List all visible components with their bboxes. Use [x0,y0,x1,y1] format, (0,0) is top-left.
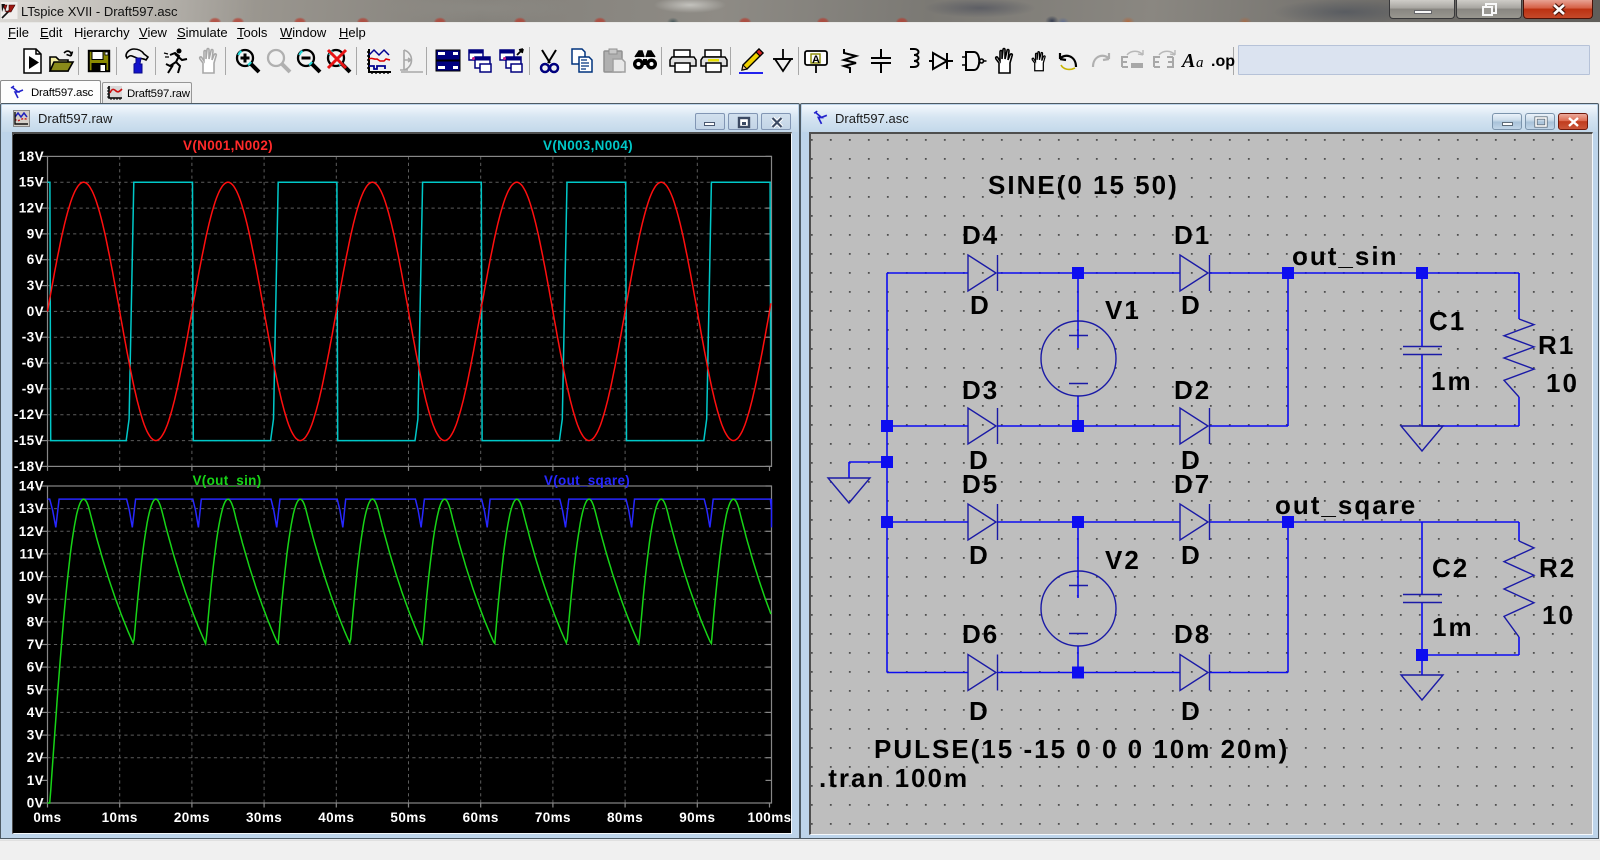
svg-text:0V: 0V [27,304,44,319]
svg-text:-3V: -3V [22,330,44,345]
svg-text:13V: 13V [19,501,44,516]
svg-text:80ms: 80ms [607,810,643,825]
svg-text:6V: 6V [27,660,44,675]
svg-text:90ms: 90ms [679,810,715,825]
svg-text:3V: 3V [27,278,44,293]
svg-text:D: D [1181,290,1202,320]
svg-text:0V: 0V [27,796,44,811]
svg-text:2V: 2V [27,750,44,765]
svg-text:out_sin: out_sin [1292,241,1398,271]
svg-text:10ms: 10ms [102,810,138,825]
svg-text:15V: 15V [19,175,44,190]
svg-text:.tran 100m: .tran 100m [819,763,969,793]
svg-text:-6V: -6V [22,356,44,371]
svg-text:-15V: -15V [14,433,44,448]
svg-text:D8: D8 [1174,619,1211,649]
svg-text:7V: 7V [27,637,44,652]
svg-text:PULSE(15 -15 0 0 0 10m 20m): PULSE(15 -15 0 0 0 10m 20m) [874,734,1289,764]
svg-text:9V: 9V [27,226,44,241]
svg-text:SINE(0 15 50): SINE(0 15 50) [988,170,1179,200]
svg-text:9V: 9V [27,592,44,607]
svg-text:D: D [1181,696,1202,726]
svg-text:30ms: 30ms [246,810,282,825]
svg-text:0ms: 0ms [33,810,61,825]
svg-text:100ms: 100ms [747,810,791,825]
svg-text:D: D [1181,540,1202,570]
svg-text:V1: V1 [1105,295,1141,325]
svg-text:D2: D2 [1174,375,1211,405]
svg-text:3V: 3V [27,728,44,743]
svg-text:50ms: 50ms [390,810,426,825]
svg-text:-12V: -12V [14,407,44,422]
svg-text:R1: R1 [1538,330,1575,360]
svg-text:4V: 4V [27,705,44,720]
svg-text:a: a [1196,55,1204,71]
svg-text:.op: .op [1211,53,1235,70]
svg-text:12V: 12V [19,524,44,539]
svg-text:V(out_sin): V(out_sin) [193,473,262,488]
svg-text:D4: D4 [962,220,999,250]
svg-text:D: D [970,290,991,320]
svg-text:R2: R2 [1539,553,1576,583]
svg-text:11V: 11V [20,546,44,561]
svg-text:C1: C1 [1429,306,1466,336]
svg-text:70ms: 70ms [535,810,571,825]
svg-text:D6: D6 [962,619,999,649]
svg-text:V(out_sqare): V(out_sqare) [544,473,630,488]
svg-text:1m: 1m [1431,366,1473,396]
svg-text:60ms: 60ms [463,810,499,825]
svg-text:20ms: 20ms [174,810,210,825]
svg-text:A: A [1181,50,1195,72]
svg-text:10: 10 [1542,600,1575,630]
svg-text:6V: 6V [27,252,44,267]
svg-text:1m: 1m [1432,612,1474,642]
svg-text:1V: 1V [27,773,44,788]
svg-text:10V: 10V [19,569,44,584]
svg-text:out_sqare: out_sqare [1275,490,1417,520]
svg-text:12V: 12V [19,201,44,216]
svg-text:10: 10 [1546,368,1579,398]
svg-text:8V: 8V [27,614,44,629]
svg-text:V2: V2 [1105,545,1141,575]
svg-text:D5: D5 [962,469,999,499]
svg-text:D3: D3 [962,375,999,405]
svg-text:D: D [969,696,990,726]
svg-text:D1: D1 [1174,220,1211,250]
svg-text:D: D [969,540,990,570]
svg-text:C2: C2 [1432,553,1469,583]
svg-text:5V: 5V [27,682,44,697]
svg-text:V(N001,N002): V(N001,N002) [183,138,273,153]
svg-text:40ms: 40ms [318,810,354,825]
svg-text:D7: D7 [1174,469,1211,499]
svg-text:-18V: -18V [14,459,44,474]
svg-text:14V: 14V [19,479,44,494]
svg-text:18V: 18V [19,149,44,164]
svg-text:V(N003,N004): V(N003,N004) [543,138,633,153]
svg-text:-9V: -9V [22,381,44,396]
svg-text:A: A [812,54,820,66]
